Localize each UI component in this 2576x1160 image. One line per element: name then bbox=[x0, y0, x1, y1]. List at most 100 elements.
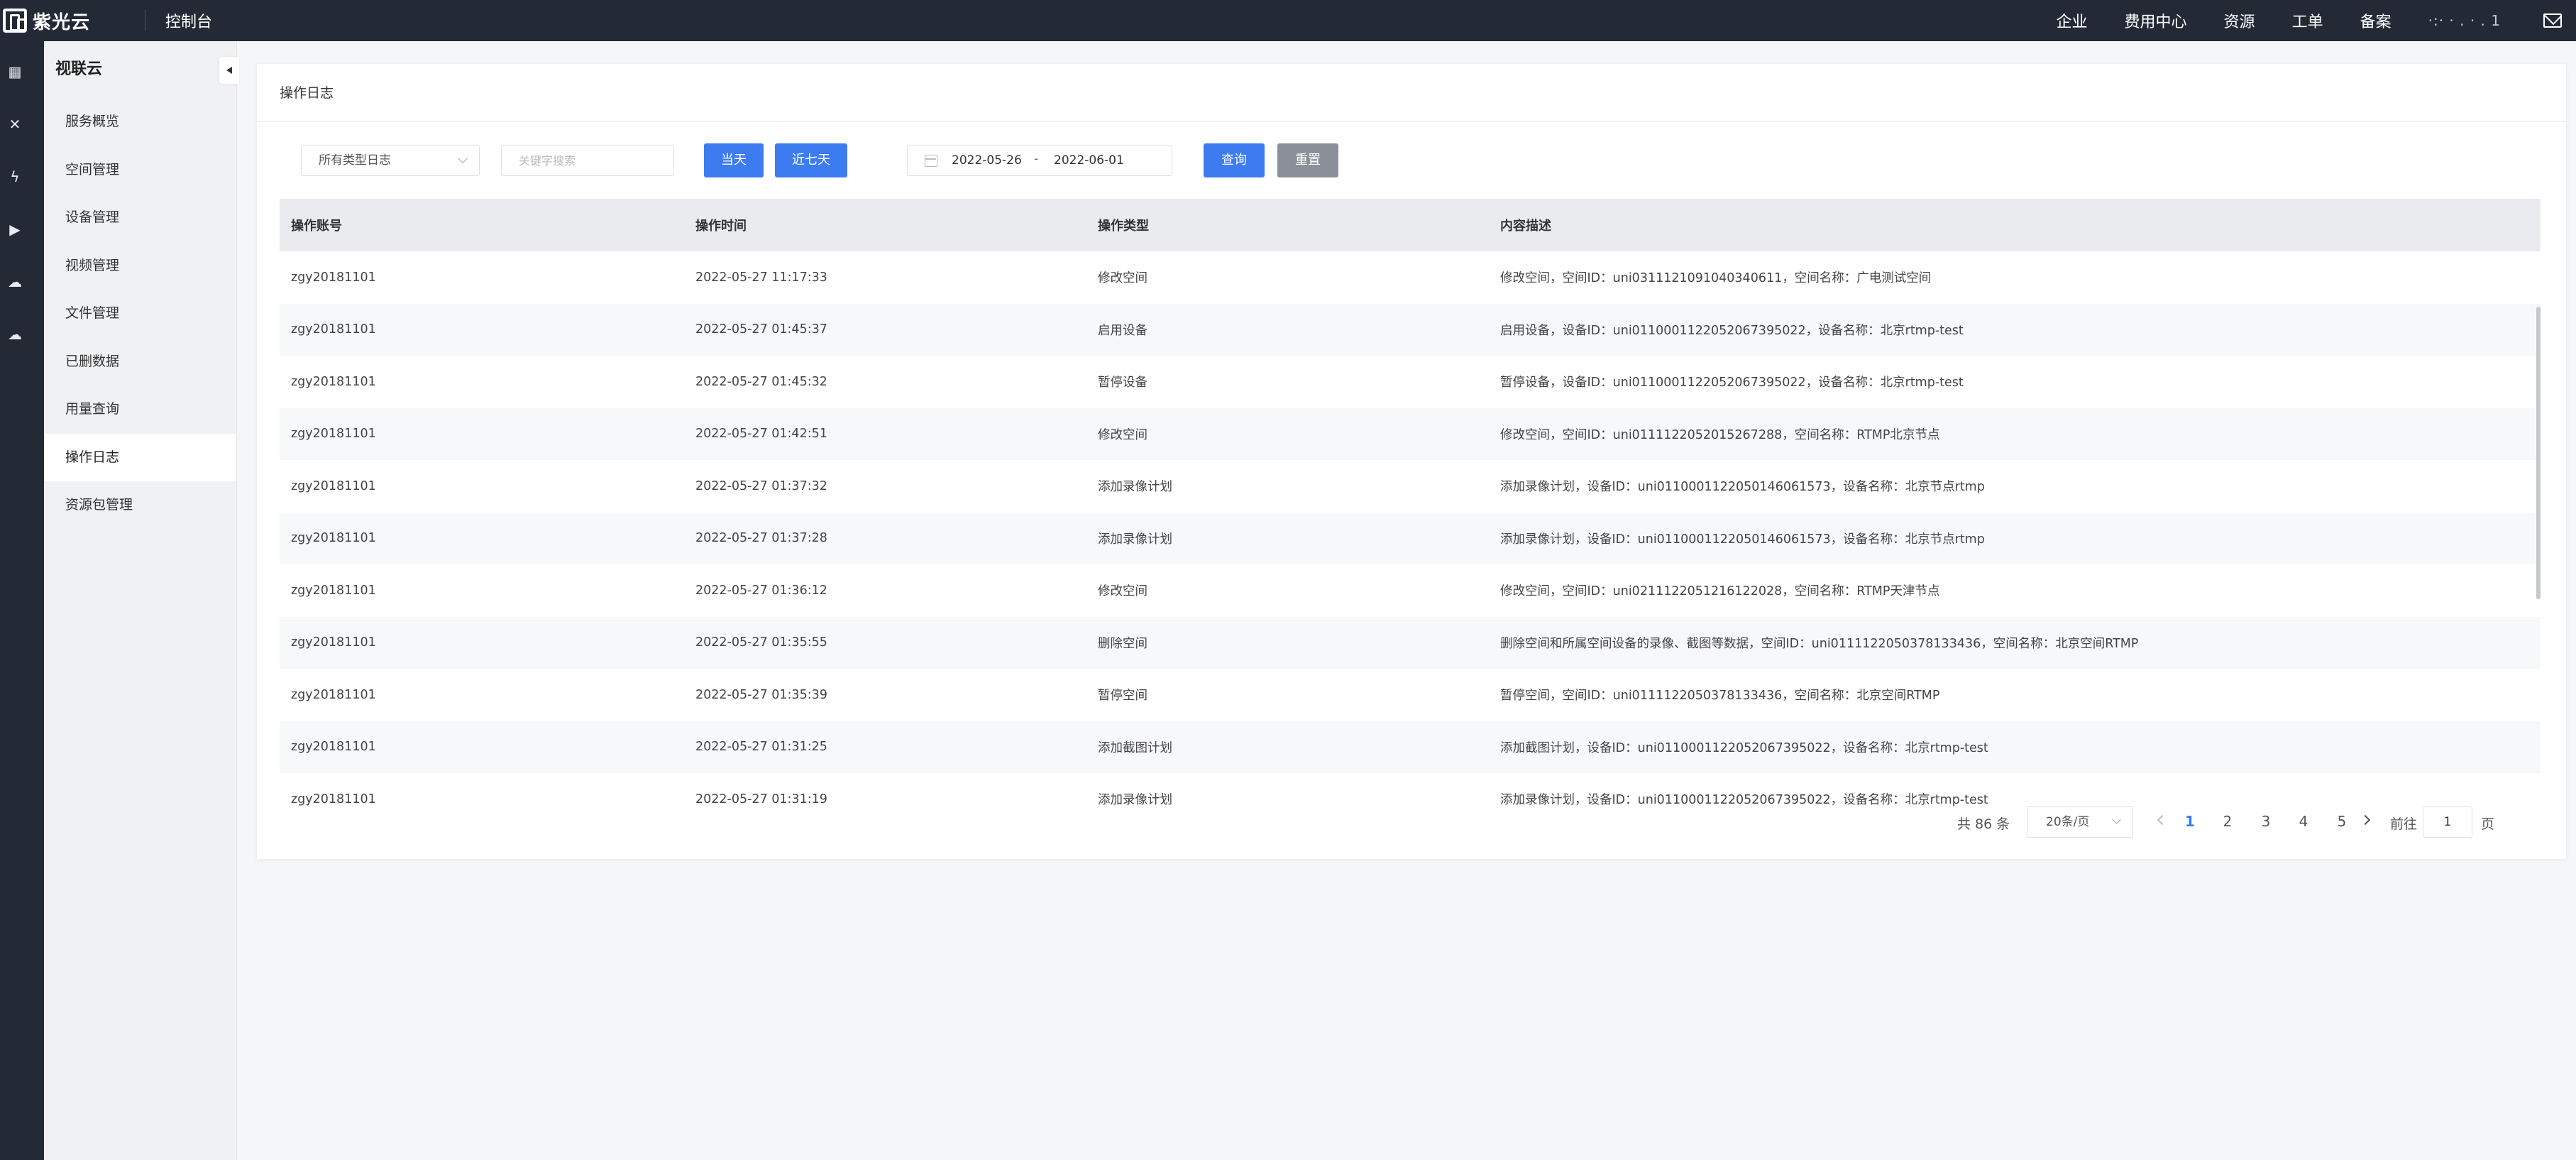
cell-account: zgy20181101 bbox=[291, 687, 376, 702]
table-row: zgy20181101 2022-05-27 01:35:39 暂停空间 暂停空间，空… bbox=[280, 669, 2541, 721]
video-icon[interactable]: ▶ bbox=[7, 221, 23, 237]
sidebar-item-oplog[interactable]: 操作日志 bbox=[44, 433, 236, 481]
nav-enterprise[interactable]: 企业 bbox=[2057, 9, 2088, 32]
cell-account: zgy20181101 bbox=[291, 427, 376, 442]
brand-logo[interactable]: 紫光云 bbox=[3, 8, 138, 34]
nav-billing[interactable]: 费用中心 bbox=[2125, 9, 2187, 32]
last-seven-days-button[interactable]: 近七天 bbox=[775, 143, 847, 177]
cell-time: 2022-05-27 01:42:51 bbox=[695, 427, 827, 442]
icon-rail: ▦ ✕ ϟ ▶ ☁ ☁ bbox=[0, 41, 44, 1160]
sidebar-item-deleted[interactable]: 已删数据 bbox=[44, 338, 236, 386]
cloud-icon[interactable]: ☁ bbox=[7, 274, 23, 290]
table-row: zgy20181101 2022-05-27 01:31:19 添加录像计划 添加录像… bbox=[280, 773, 2541, 806]
cell-description: 添加截图计划，设备ID：uni0110001122052067395022，设备… bbox=[1500, 740, 1988, 755]
top-bar: 紫光云 控制台 企业 费用中心 资源 工单 备案 ·:· · . · . 1 bbox=[0, 0, 2576, 41]
cell-account: zgy20181101 bbox=[291, 740, 376, 755]
cell-account: zgy20181101 bbox=[291, 322, 376, 337]
cell-type: 修改空间 bbox=[1098, 584, 1147, 599]
sidebar: 视联云 服务概览 空间管理 设备管理 视频管理 文件管理 已删数据 用量查询 操… bbox=[44, 41, 239, 1160]
date-range-picker[interactable]: 2022-05-26 - 2022-06-01 bbox=[907, 145, 1172, 176]
goto-page-input[interactable] bbox=[2423, 806, 2472, 838]
cell-time: 2022-05-27 01:35:55 bbox=[695, 635, 827, 650]
cell-time: 2022-05-27 01:35:39 bbox=[695, 687, 827, 702]
table-row: zgy20181101 2022-05-27 11:17:33 修改空间 修改空间，空… bbox=[280, 251, 2541, 304]
table-row: zgy20181101 2022-05-27 01:42:51 修改空间 修改空间，空… bbox=[280, 407, 2541, 460]
cell-type: 删除空间 bbox=[1098, 636, 1147, 651]
log-type-select[interactable]: 所有类型日志 bbox=[301, 145, 480, 176]
top-right-nav: 企业 费用中心 资源 工单 备案 ·:· · . · . 1 bbox=[2057, 0, 2576, 41]
next-page-icon[interactable] bbox=[2360, 814, 2371, 826]
today-button[interactable]: 当天 bbox=[704, 143, 764, 177]
table-row: zgy20181101 2022-05-27 01:45:32 暂停设备 暂停设备，设… bbox=[280, 356, 2541, 408]
nav-tickets[interactable]: 工单 bbox=[2292, 9, 2323, 32]
goto-label: 前往 bbox=[2390, 816, 2418, 832]
cell-type: 暂停空间 bbox=[1098, 689, 1147, 704]
date-end: 2022-06-01 bbox=[1054, 153, 1124, 168]
chevron-down-icon bbox=[2112, 815, 2121, 824]
sidebar-item-packages[interactable]: 资源包管理 bbox=[44, 481, 236, 530]
sidebar-item-video[interactable]: 视频管理 bbox=[44, 242, 236, 290]
mail-icon[interactable] bbox=[2543, 13, 2562, 28]
cloud-upload-icon[interactable]: ☁ bbox=[7, 327, 23, 342]
cell-type: 添加截图计划 bbox=[1098, 740, 1172, 755]
cell-time: 2022-05-27 01:31:25 bbox=[695, 740, 827, 755]
log-type-value: 所有类型日志 bbox=[319, 153, 391, 168]
cell-account: zgy20181101 bbox=[291, 478, 376, 493]
sidebar-item-devices[interactable]: 设备管理 bbox=[44, 194, 236, 242]
header-time: 操作时间 bbox=[695, 219, 747, 234]
table-row: zgy20181101 2022-05-27 01:36:12 修改空间 修改空间，空… bbox=[280, 564, 2541, 617]
logo-icon bbox=[3, 9, 27, 33]
cell-description: 添加录像计划，设备ID：uni0110001122050146061573，设备… bbox=[1500, 532, 1985, 547]
cell-account: zgy20181101 bbox=[291, 635, 376, 650]
sidebar-item-space[interactable]: 空间管理 bbox=[44, 146, 236, 195]
sidebar-item-overview[interactable]: 服务概览 bbox=[44, 98, 236, 146]
table-row: zgy20181101 2022-05-27 01:37:28 添加录像计划 添加录像… bbox=[280, 512, 2541, 564]
network-icon[interactable]: ✕ bbox=[7, 116, 23, 132]
cell-time: 2022-05-27 01:37:32 bbox=[695, 478, 827, 493]
cell-description: 修改空间，空间ID：uni0211122051216122028，空间名称：RT… bbox=[1500, 584, 1940, 599]
sidebar-item-usage[interactable]: 用量查询 bbox=[44, 385, 236, 434]
cell-description: 修改空间，空间ID：uni0311121091040340611，空间名称：广电… bbox=[1500, 271, 1932, 286]
cell-type: 修改空间 bbox=[1098, 427, 1147, 442]
page-3[interactable]: 3 bbox=[2255, 813, 2277, 830]
sidebar-title: 视联云 bbox=[55, 60, 103, 78]
page-5[interactable]: 5 bbox=[2331, 813, 2352, 830]
keyword-search-input[interactable] bbox=[501, 145, 674, 176]
reset-button[interactable]: 重置 bbox=[1277, 143, 1338, 177]
table-row: zgy20181101 2022-05-27 01:35:55 删除空间 删除空间和所… bbox=[280, 616, 2541, 669]
cell-time: 2022-05-27 01:45:32 bbox=[695, 374, 827, 389]
brand-name: 紫光云 bbox=[33, 11, 91, 33]
date-separator: - bbox=[1034, 152, 1039, 166]
sidebar-item-files[interactable]: 文件管理 bbox=[44, 290, 236, 338]
console-link[interactable]: 控制台 bbox=[165, 9, 212, 32]
query-button[interactable]: 查询 bbox=[1204, 143, 1265, 177]
page-1[interactable]: 1 bbox=[2179, 813, 2201, 830]
goto-suffix: 页 bbox=[2481, 816, 2495, 832]
cell-time: 2022-05-27 11:17:33 bbox=[695, 270, 827, 285]
page-2[interactable]: 2 bbox=[2217, 813, 2238, 830]
user-account[interactable]: ·:· · . · . 1 bbox=[2428, 12, 2501, 29]
cell-account: zgy20181101 bbox=[291, 531, 376, 546]
main-card: 操作日志 所有类型日志 当天 近七天 2022-05-26 - 2022-06-… bbox=[257, 64, 2566, 859]
header-type: 操作类型 bbox=[1098, 219, 1149, 234]
chevron-down-icon bbox=[457, 153, 468, 164]
total-count: 共 86 条 bbox=[1957, 816, 2010, 832]
cell-type: 添加录像计划 bbox=[1098, 480, 1172, 495]
table-scrollbar[interactable] bbox=[2535, 251, 2541, 806]
nav-filing[interactable]: 备案 bbox=[2360, 9, 2391, 32]
lightning-icon[interactable]: ϟ bbox=[7, 169, 23, 185]
table-row: zgy20181101 2022-05-27 01:37:32 添加录像计划 添加录像… bbox=[280, 460, 2541, 513]
prev-page-icon[interactable] bbox=[2157, 814, 2168, 826]
cell-time: 2022-05-27 01:37:28 bbox=[695, 531, 827, 546]
cell-account: zgy20181101 bbox=[291, 583, 376, 598]
grid-icon[interactable]: ▦ bbox=[7, 64, 23, 80]
page-size-select[interactable]: 20条/页 bbox=[2027, 806, 2133, 838]
collapse-sidebar-button[interactable] bbox=[219, 57, 239, 84]
scrollbar-thumb[interactable] bbox=[2536, 307, 2541, 599]
nav-resources[interactable]: 资源 bbox=[2224, 9, 2255, 32]
cell-time: 2022-05-27 01:36:12 bbox=[695, 583, 827, 598]
page-title: 操作日志 bbox=[257, 64, 2566, 122]
calendar-icon bbox=[925, 155, 937, 167]
cell-account: zgy20181101 bbox=[291, 270, 376, 285]
page-4[interactable]: 4 bbox=[2293, 813, 2314, 830]
